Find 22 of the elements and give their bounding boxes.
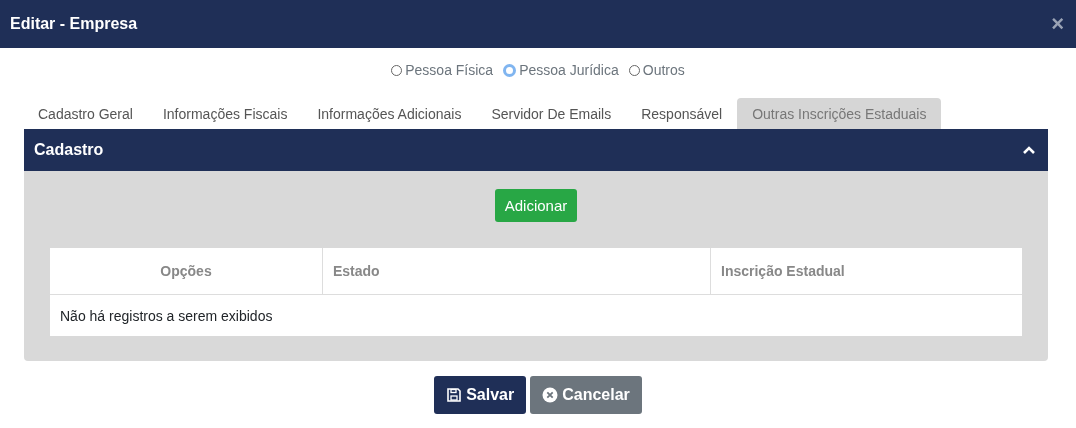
column-header[interactable]: Inscrição Estadual [710,248,1022,294]
radio-option[interactable]: Outros [628,61,685,79]
cancel-button[interactable]: Cancelar [530,376,642,414]
window-title: Editar - Empresa [10,15,138,33]
empty-message: Não há registros a serem exibidos [59,306,274,326]
close-button[interactable]: × [1049,13,1066,35]
tab[interactable]: Informações Adicionais [302,98,477,129]
panel-title: Cadastro [34,141,104,159]
column-header[interactable]: Opções [50,248,322,294]
close-circle-icon [542,387,559,403]
radio-option[interactable]: Pessoa Física [391,61,494,79]
column-header[interactable]: Estado [322,248,710,294]
chevron-up-icon[interactable] [1022,145,1036,155]
tab[interactable]: Cadastro Geral [23,98,148,129]
tab[interactable]: Outras Inscrições Estaduais [737,98,942,129]
save-button[interactable]: Salvar [434,376,527,414]
tab[interactable]: Servidor De Emails [476,98,627,129]
radio-option[interactable]: Pessoa Jurídica [503,61,619,79]
tab[interactable]: Informações Fiscais [147,98,303,129]
tab[interactable]: Responsável [626,98,738,129]
radio-button[interactable] [503,63,517,77]
add-button[interactable]: Adicionar [494,189,578,222]
